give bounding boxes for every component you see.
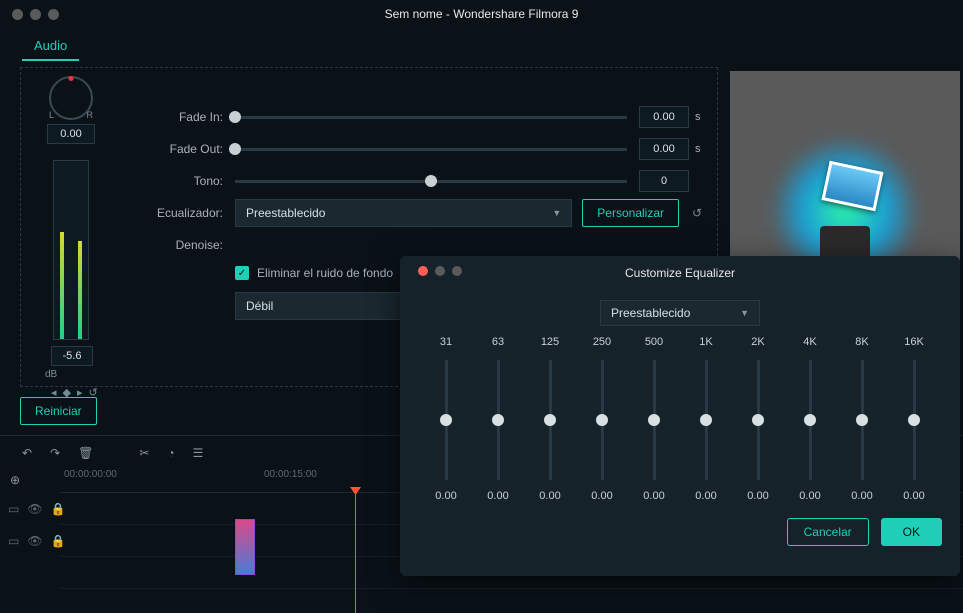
equalizer-dialog: Customize Equalizer Preestablecido ▼ 31 0…	[400, 256, 960, 576]
window-title: Sem nome - Wondershare Filmora 9	[385, 7, 579, 21]
band-slider-2k[interactable]	[757, 360, 760, 480]
equalizer-preset-dropdown[interactable]: Preestablecido ▼	[235, 199, 572, 227]
track-lock-icon[interactable]: 🔒	[51, 502, 66, 516]
band-value: 0.00	[476, 490, 520, 502]
level-meter	[53, 160, 89, 340]
band-slider-31[interactable]	[445, 360, 448, 480]
timecode-0: 00:00:00:00	[60, 469, 260, 492]
band-slider-500[interactable]	[653, 360, 656, 480]
equalizer-preset-value: Preestablecido	[246, 206, 325, 220]
close-window-icon[interactable]	[12, 9, 23, 20]
add-track-icon[interactable]: ⊕	[10, 473, 20, 487]
dialog-close-icon[interactable]	[418, 266, 428, 276]
delete-icon[interactable]: 🗑	[78, 446, 93, 460]
band-hz-label: 4K	[788, 336, 832, 350]
band-slider-63[interactable]	[497, 360, 500, 480]
playhead[interactable]	[355, 493, 356, 613]
keyframe-reset-icon[interactable]: ↺	[89, 386, 98, 399]
band-value: 0.00	[840, 490, 884, 502]
band-slider-4k[interactable]	[809, 360, 812, 480]
ok-button[interactable]: OK	[881, 518, 942, 546]
reset-button[interactable]: Reiniciar	[20, 397, 97, 425]
denoise-strength-dropdown[interactable]: Débil	[235, 292, 415, 320]
band-slider-1k[interactable]	[705, 360, 708, 480]
redo-icon[interactable]: ↷	[50, 446, 60, 460]
equalizer-dialog-preset-dropdown[interactable]: Preestablecido ▼	[600, 300, 760, 326]
fadein-slider[interactable]	[235, 116, 627, 119]
band-hz-label: 2K	[736, 336, 780, 350]
keyframe-toggle-icon[interactable]: ◆	[63, 386, 71, 399]
tab-audio[interactable]: Audio	[22, 34, 79, 61]
fadein-input[interactable]: 0.00	[639, 106, 689, 128]
band-hz-label: 31	[424, 336, 468, 350]
band-slider-125[interactable]	[549, 360, 552, 480]
band-hz-label: 250	[580, 336, 624, 350]
cancel-button[interactable]: Cancelar	[787, 518, 869, 546]
db-value-input[interactable]: -5.6	[51, 346, 93, 366]
fadein-unit: s	[695, 111, 705, 123]
fadeout-slider[interactable]	[235, 148, 627, 151]
track-type-icon: ▭	[8, 502, 19, 516]
level-meter-group: -5.6 dB ◂ ◆ ▸ ↺	[41, 160, 103, 399]
band-value: 0.00	[424, 490, 468, 502]
pitch-label: Tono:	[143, 174, 223, 188]
adjust-icon[interactable]: ☰	[193, 446, 204, 460]
equalizer-bands: 31 0.00 63 0.00 125 0.00 250 0.00 500 0.00 1K…	[418, 336, 942, 502]
band-hz-label: 500	[632, 336, 676, 350]
denoise-label: Denoise:	[143, 238, 223, 252]
minimize-window-icon[interactable]	[30, 9, 41, 20]
track-type-icon: ▭	[8, 534, 19, 548]
chevron-down-icon: ▼	[552, 208, 561, 218]
track-lock-icon[interactable]: 🔒	[51, 534, 66, 548]
speed-icon[interactable]: ◔	[167, 446, 174, 460]
band-value: 0.00	[684, 490, 728, 502]
band-value: 0.00	[892, 490, 936, 502]
band-value: 0.00	[788, 490, 832, 502]
band-hz-label: 16K	[892, 336, 936, 350]
pan-knob[interactable]	[49, 76, 93, 120]
denoise-checkbox[interactable]: ✓	[235, 266, 249, 280]
dialog-maximize-icon	[452, 266, 462, 276]
band-hz-label: 63	[476, 336, 520, 350]
denoise-strength-value: Débil	[246, 299, 273, 313]
keyframe-next-icon[interactable]: ▸	[77, 386, 83, 399]
equalizer-dialog-title: Customize Equalizer	[625, 266, 735, 280]
band-slider-250[interactable]	[601, 360, 604, 480]
track-visibility-icon[interactable]: 👁	[27, 534, 42, 548]
band-slider-8k[interactable]	[861, 360, 864, 480]
pitch-slider[interactable]	[235, 180, 627, 183]
split-icon[interactable]: ✂	[139, 446, 149, 460]
track-visibility-icon[interactable]: 👁	[27, 502, 42, 516]
pitch-input[interactable]: 0	[639, 170, 689, 192]
equalizer-label: Ecualizador:	[143, 206, 223, 220]
window-controls	[12, 9, 59, 20]
pan-value-input[interactable]: 0.00	[47, 124, 95, 144]
dialog-minimize-icon	[435, 266, 445, 276]
band-hz-label: 125	[528, 336, 572, 350]
db-unit-label: dB	[45, 369, 57, 380]
chevron-down-icon: ▼	[740, 308, 749, 318]
band-value: 0.00	[632, 490, 676, 502]
maximize-window-icon[interactable]	[48, 9, 59, 20]
band-hz-label: 1K	[684, 336, 728, 350]
customize-equalizer-button[interactable]: Personalizar	[582, 199, 679, 227]
band-hz-label: 8K	[840, 336, 884, 350]
fadeout-label: Fade Out:	[143, 142, 223, 156]
band-value: 0.00	[580, 490, 624, 502]
panel-tabs: Audio	[0, 28, 963, 61]
fadeout-unit: s	[695, 143, 705, 155]
undo-icon[interactable]: ↶	[22, 446, 32, 460]
video-clip[interactable]	[235, 519, 255, 575]
titlebar: Sem nome - Wondershare Filmora 9	[0, 0, 963, 28]
pan-control: L R 0.00	[47, 76, 95, 144]
band-value: 0.00	[528, 490, 572, 502]
band-slider-16k[interactable]	[913, 360, 916, 480]
equalizer-reset-icon[interactable]: ↺	[689, 205, 705, 221]
equalizer-dialog-preset-value: Preestablecido	[611, 306, 690, 320]
band-value: 0.00	[736, 490, 780, 502]
fadeout-input[interactable]: 0.00	[639, 138, 689, 160]
fadein-label: Fade In:	[143, 110, 223, 124]
keyframe-prev-icon[interactable]: ◂	[51, 386, 57, 399]
denoise-check-label: Eliminar el ruido de fondo	[257, 266, 393, 280]
